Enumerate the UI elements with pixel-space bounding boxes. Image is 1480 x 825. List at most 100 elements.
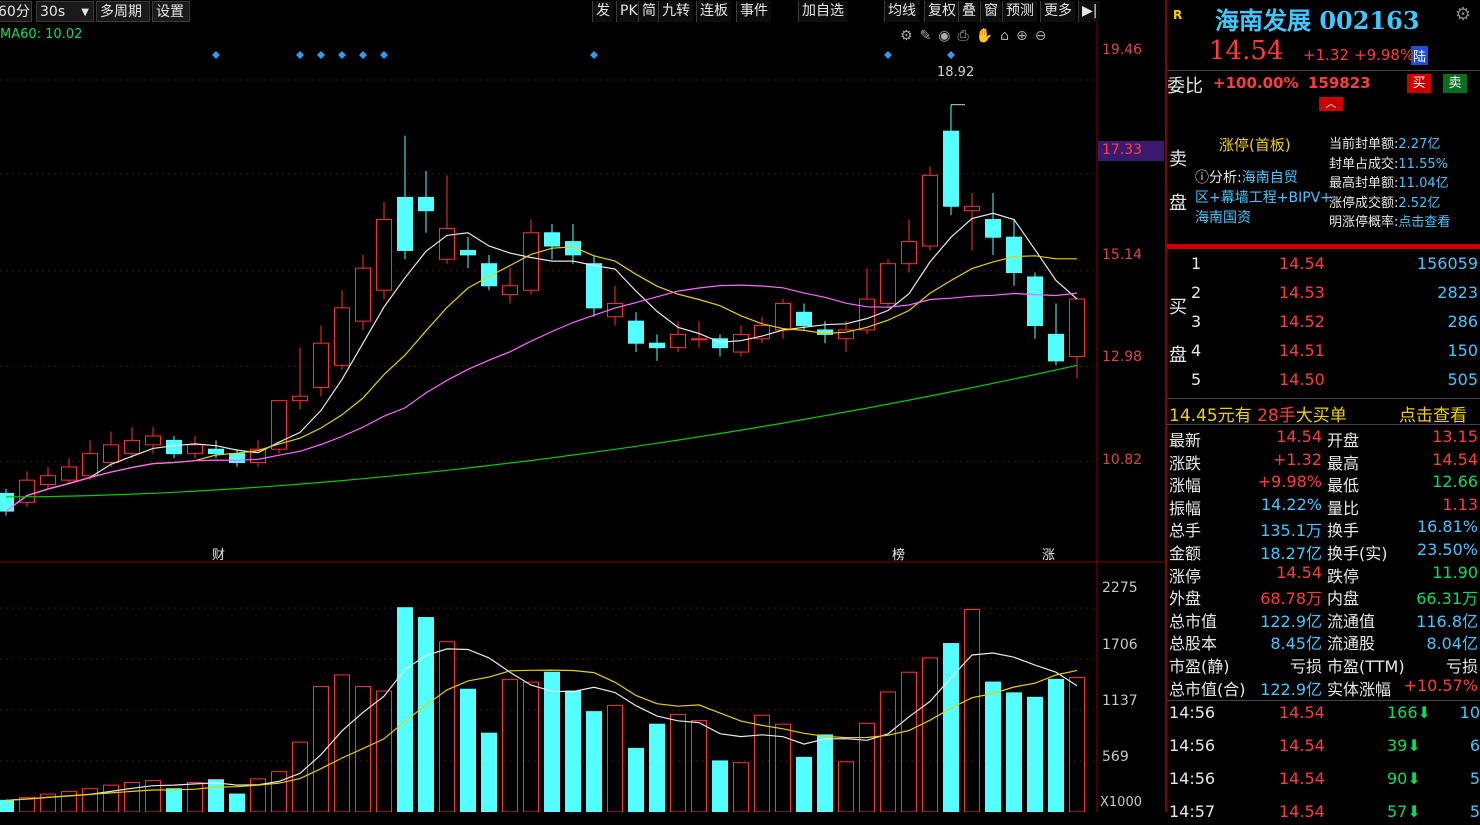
analysis-tag[interactable]: 区+幕墙工程+BIPV+ — [1195, 187, 1332, 207]
volume-bar — [733, 762, 749, 812]
event-marker-limit[interactable]: 涨 — [1042, 544, 1055, 563]
volume-bar — [271, 771, 287, 812]
weibi-value: 159823 — [1308, 74, 1371, 92]
stat-label: 最低 — [1327, 476, 1360, 496]
toolbar-item[interactable]: 复权 — [924, 1, 959, 22]
volume-bar — [754, 714, 770, 812]
stat-value: 14.54 — [1276, 562, 1322, 582]
analysis-tag[interactable]: 海南自贸 — [1242, 170, 1298, 186]
candle-body — [376, 219, 392, 291]
stat-value: 66.31万 — [1416, 589, 1478, 609]
toolbar-item[interactable]: PK — [616, 1, 641, 22]
stat-label: 跌停 — [1327, 566, 1360, 586]
toolbar-item[interactable]: 九转 — [658, 1, 693, 22]
toolbar-item[interactable]: 事件 — [736, 1, 771, 22]
seal-stat[interactable]: 明涨停概率:点击查看 — [1329, 211, 1450, 230]
big-order-link[interactable]: 点击查看 — [1399, 401, 1467, 426]
stat-label: 最高 — [1327, 453, 1360, 473]
stat-label: 涨停 — [1169, 566, 1202, 586]
stat-row: 涨跌 +1.32 最高 14.54 — [1167, 450, 1480, 473]
event-marker-finance[interactable]: 财 — [212, 544, 225, 563]
limit-title: 涨停(首板) — [1219, 136, 1291, 154]
volume-bar — [502, 678, 518, 812]
bid-price: 14.53 — [1279, 283, 1325, 302]
lock-icon[interactable]: ⌂ — [1000, 28, 1016, 44]
candle-body — [880, 263, 896, 304]
volume-bar — [0, 799, 14, 812]
candle-body — [691, 338, 707, 341]
candle-body — [943, 130, 959, 207]
chevron-down-icon: ▼ — [81, 7, 89, 18]
toolbar-item[interactable]: 叠 — [958, 1, 979, 22]
candle-body — [985, 219, 1001, 238]
volume-bar — [124, 781, 140, 812]
tick-volume-value: 90 — [1387, 769, 1408, 788]
stat-label: 总手 — [1169, 521, 1202, 541]
ma60-line — [5, 364, 1078, 498]
bid-price: 14.54 — [1279, 254, 1325, 273]
toolbar-item[interactable]: 窗 — [980, 1, 1001, 22]
toolbar-item[interactable]: 更多 — [1040, 1, 1075, 22]
bid-level: 3 — [1191, 312, 1202, 331]
draw-icon[interactable]: ✎ — [920, 28, 939, 44]
print-icon[interactable]: ⎙ — [958, 28, 976, 44]
toolbar-item[interactable]: 预测 — [1002, 1, 1037, 22]
candle-body — [397, 196, 413, 251]
bid-row[interactable]: 3 14.52 286 — [1167, 312, 1480, 335]
bid-row[interactable]: 2 14.53 2823 — [1167, 283, 1480, 306]
analysis-tag[interactable]: 海南国资 — [1195, 207, 1251, 227]
candle-body — [355, 267, 371, 322]
bid-row[interactable]: 5 14.50 505 — [1167, 370, 1480, 393]
candle-body — [208, 448, 224, 455]
stat-label: 最新 — [1169, 431, 1202, 450]
event-diamond — [884, 51, 892, 59]
bid-row[interactable]: 1 14.54 156059 — [1167, 254, 1480, 277]
stat-row: 总市值 122.9亿 流通值 116.8亿 — [1167, 608, 1480, 631]
price-tick: 19.46 — [1102, 42, 1143, 58]
stat-value: 1.13 — [1442, 494, 1478, 514]
stat-label: 总市值 — [1169, 611, 1218, 631]
volume-bar — [922, 657, 938, 812]
candle-body — [61, 466, 77, 481]
current-price-tag: 17.33 — [1098, 141, 1164, 161]
multi-period-button[interactable]: 多周期 — [96, 1, 150, 22]
sell-side-label: 卖盘 — [1169, 138, 1189, 226]
toolbar-item[interactable]: 发 — [592, 1, 613, 22]
tick-row: 14:56 14.54 166⬇ 10 — [1167, 703, 1480, 726]
toolbar-item[interactable]: 简 — [638, 1, 659, 22]
volume-bar — [901, 671, 917, 812]
hand-icon[interactable]: ✋ — [976, 28, 1000, 44]
stat-value: 亏损 — [1289, 657, 1322, 676]
volume-bar — [1006, 692, 1022, 812]
zoom-in-icon[interactable]: ⊕ — [1016, 28, 1035, 44]
stat-label: 换手 — [1327, 521, 1360, 541]
settings-button[interactable]: 设置 — [152, 1, 190, 22]
event-marker-list[interactable]: 榜 — [892, 544, 905, 563]
gear-icon[interactable]: ⚙ — [1455, 4, 1471, 25]
bid-row[interactable]: 4 14.51 150 — [1167, 341, 1480, 364]
stat-row: 涨停 14.54 跌停 11.90 — [1167, 563, 1480, 586]
interval-selector[interactable]: 30s ▼ — [36, 1, 94, 22]
stat-row: 总手 135.1万 换手 16.81% — [1167, 517, 1480, 540]
stat-value: 8.45亿 — [1270, 634, 1322, 654]
kline-chart[interactable] — [0, 22, 1165, 812]
arrow-down-icon: ⬇ — [1417, 703, 1431, 722]
tick-price: 14.54 — [1279, 703, 1325, 722]
toolbar-item[interactable]: 连板 — [696, 1, 731, 22]
toolbar-item[interactable]: 加自选 — [798, 1, 847, 22]
analysis-prefix: 分析: — [1209, 170, 1242, 186]
eye-icon[interactable]: ◉ — [938, 28, 957, 44]
collapse-panel-icon[interactable]: ▶| — [1078, 1, 1101, 22]
candle-body — [796, 311, 812, 327]
toolbar-item[interactable]: 均线 — [884, 1, 919, 22]
buy-button[interactable]: 买 — [1407, 74, 1431, 93]
collapse-icon[interactable]: ︿ — [1319, 97, 1343, 111]
big-order-row[interactable]: 14.45元有 28手大买单 — [1169, 401, 1347, 426]
gear-icon[interactable]: ⚙ — [900, 28, 920, 44]
high-annotation: 18.92 — [937, 65, 975, 80]
bid-volume: 286 — [1447, 312, 1478, 331]
volume-bar — [460, 688, 476, 812]
period-selector[interactable]: 60分 — [0, 1, 32, 22]
sell-button[interactable]: 卖 — [1443, 74, 1467, 93]
zoom-out-icon[interactable]: ⊖ — [1035, 28, 1054, 44]
